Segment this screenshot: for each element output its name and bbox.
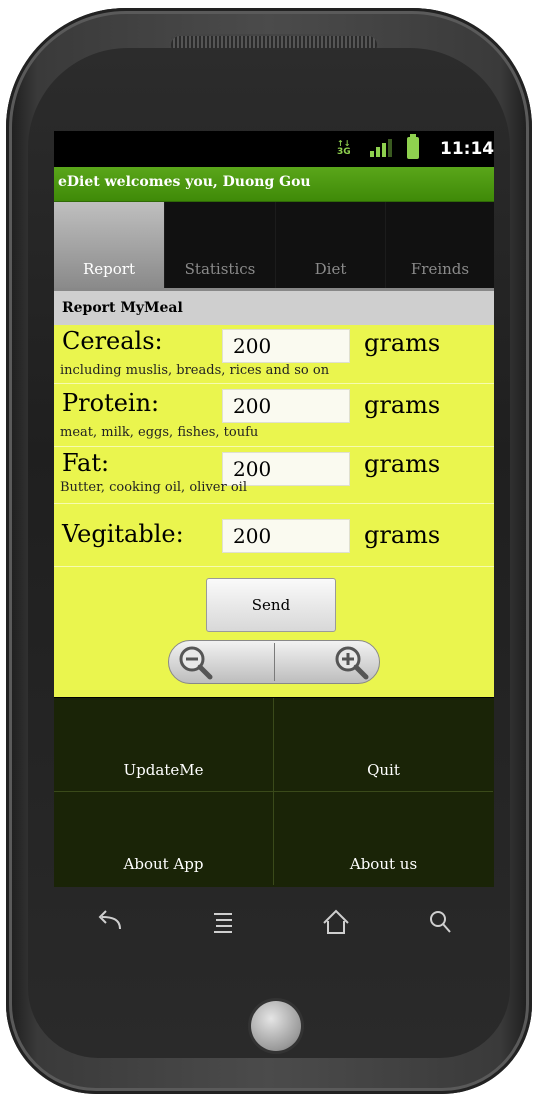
form-row-fat: Fat: 200 grams Butter, cooking oil, oliv…	[54, 447, 494, 504]
status-bar: ↑↓ 3G 11:14	[54, 131, 494, 167]
network-type-icon: ↑↓ 3G	[337, 139, 351, 157]
screen: ↑↓ 3G 11:14 eDiet welcomes you, Duong Gou…	[54, 131, 494, 887]
menu-item-updateme[interactable]: UpdateMe	[54, 698, 274, 792]
signal-icon	[370, 139, 392, 157]
search-key[interactable]	[422, 905, 462, 939]
form-row-vegitable: Vegitable: 200 grams	[54, 504, 494, 567]
field-label: Fat:	[62, 449, 110, 477]
search-icon	[430, 911, 451, 933]
section-title: Report MyMeal	[62, 300, 183, 316]
tab-freinds[interactable]: Freinds	[386, 202, 494, 288]
unit-label: grams	[364, 521, 441, 549]
vegitable-input[interactable]: 200	[222, 519, 350, 553]
tab-report[interactable]: Report	[54, 202, 165, 288]
field-label: Cereals:	[62, 327, 163, 355]
menu-icon	[214, 913, 232, 933]
unit-label: grams	[364, 391, 441, 419]
zoom-out-button[interactable]	[169, 641, 273, 683]
tab-diet[interactable]: Diet	[276, 202, 386, 288]
menu-item-label: About us	[349, 855, 418, 873]
menu-item-label: About App	[123, 855, 204, 873]
zoom-in-button[interactable]	[275, 641, 379, 683]
field-label: Protein:	[62, 389, 160, 417]
back-icon	[98, 910, 121, 930]
menu-item-label: UpdateMe	[123, 761, 204, 779]
back-key[interactable]	[90, 905, 130, 939]
unit-label: grams	[364, 450, 441, 478]
tab-label: Report	[82, 260, 135, 278]
tab-bar: Report Statistics Diet Freinds	[54, 202, 494, 288]
menu-item-quit[interactable]: Quit	[274, 698, 493, 792]
send-button[interactable]: Send	[206, 578, 336, 632]
section-header: Report MyMeal	[54, 291, 494, 325]
hardware-nav-keys	[54, 887, 494, 957]
field-hint: including muslis, breads, rices and so o…	[60, 363, 330, 378]
options-menu: UpdateMe Quit About App About us	[54, 698, 494, 887]
status-time: 11:14	[440, 139, 494, 159]
field-label: Vegitable:	[62, 520, 184, 548]
home-key[interactable]	[316, 905, 356, 939]
zoom-control	[168, 640, 380, 684]
zoom-out-icon	[179, 646, 213, 680]
form-row-protein: Protein: 200 grams meat, milk, eggs, fis…	[54, 384, 494, 447]
field-hint: Butter, cooking oil, oliver oil	[60, 480, 247, 495]
field-hint: meat, milk, eggs, fishes, toufu	[60, 425, 259, 440]
menu-item-about-app[interactable]: About App	[54, 792, 274, 885]
menu-item-label: Quit	[367, 761, 400, 779]
tab-label: Freinds	[410, 260, 470, 278]
cereals-input[interactable]: 200	[222, 329, 350, 363]
menu-item-about-us[interactable]: About us	[274, 792, 493, 885]
menu-key[interactable]	[204, 905, 244, 939]
app-title-bar: eDiet welcomes you, Duong Gou	[54, 167, 494, 202]
protein-input[interactable]: 200	[222, 389, 350, 423]
zoom-in-icon	[335, 646, 369, 680]
unit-label: grams	[364, 329, 441, 357]
trackball-button[interactable]	[251, 1001, 301, 1051]
tab-statistics[interactable]: Statistics	[165, 202, 276, 288]
tab-label: Statistics	[184, 260, 256, 278]
app-title: eDiet welcomes you, Duong Gou	[58, 174, 311, 190]
battery-icon	[407, 134, 419, 159]
tab-label: Diet	[314, 260, 347, 278]
home-icon	[323, 909, 349, 934]
form-row-cereals: Cereals: 200 grams including muslis, bre…	[54, 325, 494, 384]
